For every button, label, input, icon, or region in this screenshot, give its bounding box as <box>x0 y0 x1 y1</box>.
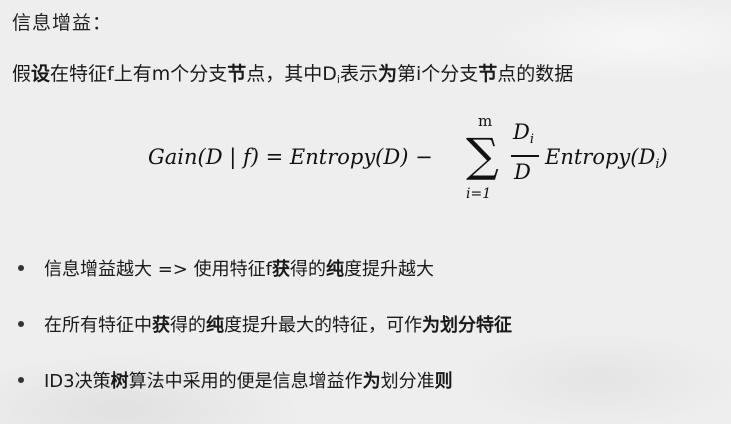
bullet-item: 信息增益越大 => 使用特征f获得的纯度提升越大 <box>16 255 512 311</box>
bullet-bold: 则 <box>434 371 453 392</box>
bullet-text: 度提升越大 <box>343 259 434 280</box>
bullet-text: 算法中采用的便是信息增益作 <box>128 371 363 392</box>
bullet-text: 得的 <box>289 259 326 280</box>
formula-tail: Entropy(Di) <box>545 145 668 172</box>
bullet-bold: 获 <box>271 259 290 280</box>
bullet-bold: 纯 <box>325 259 344 280</box>
tail-close: ) <box>659 145 668 169</box>
bullet-text: 得的 <box>170 315 206 336</box>
bullet-text: 在所有特征中 <box>44 315 152 336</box>
summation-symbol: ∑ <box>466 128 499 182</box>
desc-bold: 设 <box>31 63 51 85</box>
fraction-bar <box>511 155 539 157</box>
bullet-item: 在所有特征中获得的纯度提升最大的特征，可作为划分特征 <box>16 311 512 367</box>
desc-text: 假 <box>12 63 32 85</box>
bullet-list: 信息增益越大 => 使用特征f获得的纯度提升越大 在所有特征中获得的纯度提升最大… <box>16 255 512 423</box>
desc-bold: 节 <box>227 63 247 85</box>
desc-bold: 节 <box>478 63 498 85</box>
bullet-bold: 为 <box>362 371 381 392</box>
bullet-text: ID3决策 <box>44 371 111 392</box>
desc-bold: 为 <box>377 63 397 85</box>
bullet-text: 划分准 <box>380 371 435 392</box>
gain-formula: Gain(D | f) = Entropy(D) − m ∑ i=1 Di D … <box>148 112 688 212</box>
bullet-item: ID3决策树算法中采用的便是信息增益作为划分准则 <box>16 367 512 423</box>
numerator-subscript: i <box>529 132 535 147</box>
bullet-bold: 树 <box>110 371 129 392</box>
bullet-bold: 获 <box>152 315 170 336</box>
bullet-bold: 为划分特征 <box>422 315 512 336</box>
numerator-text: D <box>513 120 530 144</box>
bullet-text: 度提升最大的特征，可作 <box>224 315 422 336</box>
desc-text: 第i个分支 <box>396 63 479 85</box>
formula-lhs: Gain(D | f) = Entropy(D) − <box>148 145 433 169</box>
sum-lower-limit: i=1 <box>466 186 492 202</box>
desc-text: 在特征f上有m个分支 <box>50 63 228 85</box>
slide-title: 信息增益： <box>12 12 113 34</box>
bullet-bold: 纯 <box>206 315 224 336</box>
description-line: 假设在特征f上有m个分支节点，其中Di表示为第i个分支节点的数据 <box>12 59 573 86</box>
slide: 信息增益： 假设在特征f上有m个分支节点，其中Di表示为第i个分支节点的数据 G… <box>0 0 731 424</box>
tail-text: Entropy(D <box>545 145 656 169</box>
desc-text: 点的数据 <box>497 63 574 85</box>
desc-text: 表示 <box>339 63 378 85</box>
fraction-denominator: D <box>514 160 531 184</box>
desc-text: 点，其中D <box>246 63 337 85</box>
fraction-numerator: Di <box>513 120 534 147</box>
bullet-text: 信息增益越大 => 使用特征f <box>44 259 272 280</box>
